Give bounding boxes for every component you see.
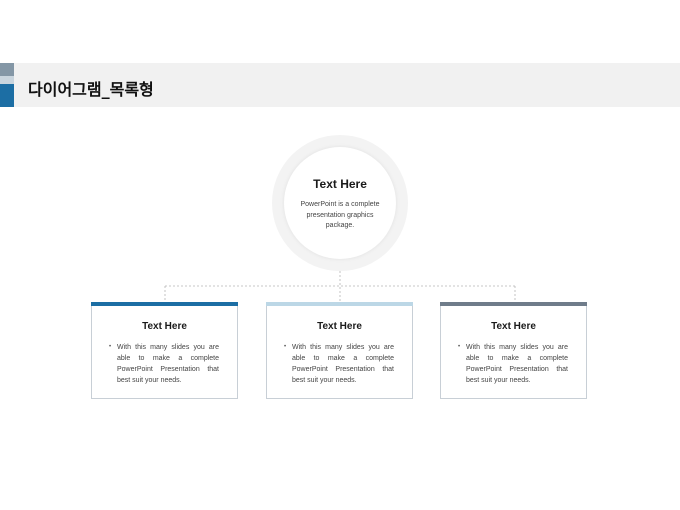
list-box-1-text: With this many slides you are able to ma… — [117, 344, 219, 384]
list-box-3: Text Here • With this many slides you ar… — [440, 302, 587, 399]
list-box-2: Text Here • With this many slides you ar… — [266, 302, 413, 399]
list-box-3-text: With this many slides you are able to ma… — [466, 344, 568, 384]
list-box-3-topbar — [440, 302, 587, 306]
list-box-1: Text Here • With this many slides you ar… — [91, 302, 238, 399]
list-box-3-title: Text Here — [491, 321, 536, 332]
list-box-2-title: Text Here — [317, 321, 362, 332]
list-box-2-text: With this many slides you are able to ma… — [292, 344, 394, 384]
bullet-icon: • — [284, 344, 287, 350]
center-circle: Text Here PowerPoint is a complete prese… — [284, 147, 396, 259]
list-box-2-topbar — [266, 302, 413, 306]
list-box-1-title: Text Here — [142, 321, 187, 332]
bullet-icon: • — [109, 344, 112, 350]
center-text: PowerPoint is a complete presentation gr… — [300, 201, 380, 229]
bullet-icon: • — [458, 344, 461, 350]
list-box-1-topbar — [91, 302, 238, 306]
center-title: Text Here — [313, 177, 367, 191]
